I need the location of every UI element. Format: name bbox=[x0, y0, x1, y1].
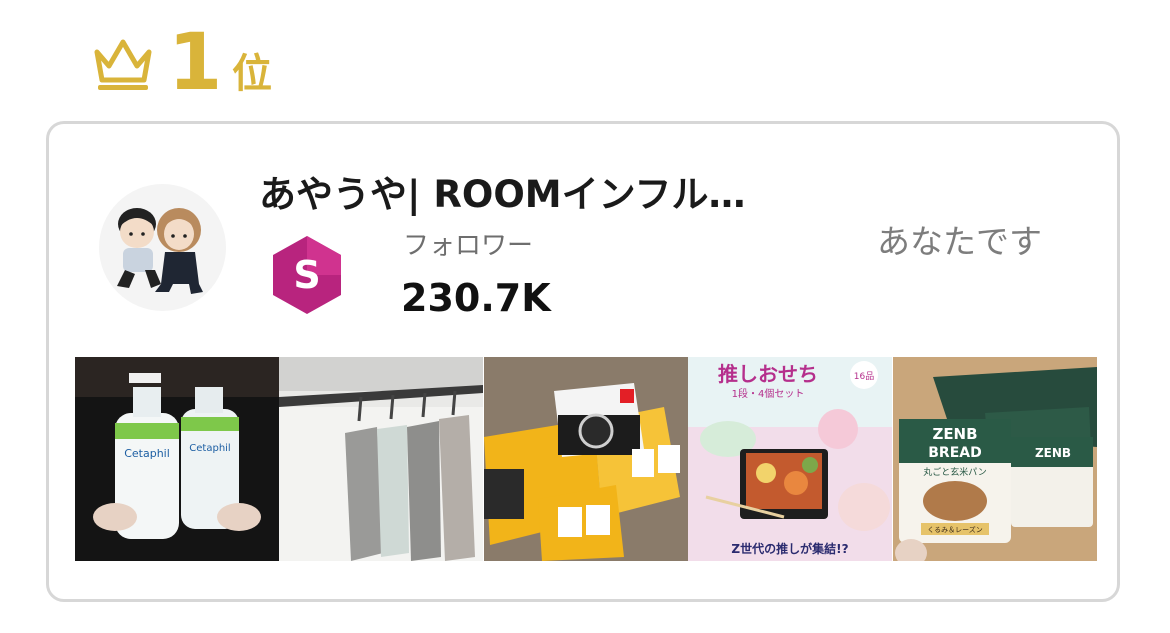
rank-unit: 位 bbox=[232, 51, 272, 97]
osechi-badge: 16品 bbox=[854, 371, 874, 382]
thumbnail-item[interactable] bbox=[483, 357, 688, 561]
self-indicator: あなたです bbox=[877, 222, 1042, 261]
badge-letter: S bbox=[293, 253, 320, 297]
lotion-bottles-photo: Cetaphil Cetaphil bbox=[75, 357, 279, 561]
bread-brand: ZENB bbox=[932, 425, 977, 443]
room-rank-badge-icon: S bbox=[273, 236, 341, 314]
ranking-card[interactable]: あやうや| ROOMインフル… S フォロワー 230.7K あなたです Cet… bbox=[46, 121, 1120, 602]
bread-packs-photo: ZENB BREAD 丸ごと玄米パン くるみ＆レーズン ZENB bbox=[892, 357, 1097, 561]
thumbnail-row: Cetaphil Cetaphil 推しおせち 1段・4個セット 16品 Z世代… bbox=[75, 357, 1097, 561]
user-name[interactable]: あやうや| ROOMインフル… bbox=[259, 172, 779, 218]
followers-count: 230.7K bbox=[401, 276, 551, 320]
instant-camera-photo bbox=[483, 357, 688, 561]
rank-number: 1 bbox=[168, 18, 223, 108]
followers-label: フォロワー bbox=[403, 231, 534, 261]
hanging-towels-photo bbox=[279, 357, 484, 561]
thumbnail-item[interactable]: Cetaphil Cetaphil bbox=[75, 357, 279, 561]
bread-tag: くるみ＆レーズン bbox=[927, 525, 983, 534]
osechi-title: 推しおせち bbox=[718, 362, 818, 386]
bread-brand-2: ZENB bbox=[1035, 446, 1071, 460]
thumbnail-item[interactable]: ZENB BREAD 丸ごと玄米パン くるみ＆レーズン ZENB bbox=[892, 357, 1097, 561]
thumbnail-item[interactable]: 推しおせち 1段・4個セット 16品 Z世代の推しが集結!? bbox=[688, 357, 893, 561]
bottle-brand-2: Cetaphil bbox=[189, 443, 230, 454]
crown-icon bbox=[94, 39, 152, 90]
osechi-subtitle: 1段・4個セット bbox=[732, 387, 805, 400]
bottle-brand: Cetaphil bbox=[124, 447, 170, 460]
avatar-illustration bbox=[117, 208, 203, 294]
thumbnail-item[interactable] bbox=[279, 357, 484, 561]
avatar[interactable] bbox=[99, 184, 226, 311]
bread-sub: BREAD bbox=[928, 445, 981, 461]
osechi-photo: 推しおせち 1段・4個セット 16品 Z世代の推しが集結!? bbox=[688, 357, 893, 561]
osechi-caption: Z世代の推しが集結!? bbox=[732, 541, 849, 556]
bread-flavor: 丸ごと玄米パン bbox=[923, 466, 986, 478]
